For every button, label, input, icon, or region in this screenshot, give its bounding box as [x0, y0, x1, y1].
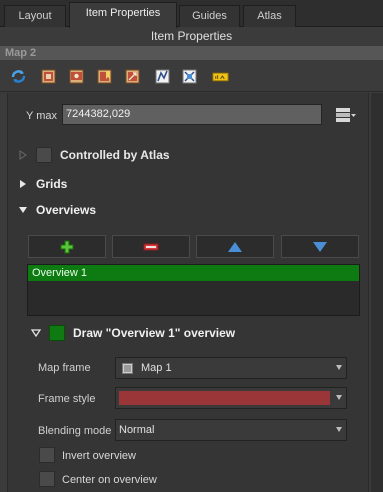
bookmark-extent-icon[interactable]	[96, 68, 113, 85]
add-overview-button[interactable]	[28, 235, 106, 258]
expanded-arrow-icon	[19, 207, 27, 213]
list-item[interactable]: Overview 1	[28, 265, 359, 281]
item-header: Map 2	[0, 46, 383, 60]
map-frame-label: Map frame	[38, 362, 91, 374]
minus-icon	[143, 243, 159, 250]
controlled-by-atlas-row[interactable]: Controlled by Atlas	[18, 146, 170, 164]
toolbar-divider	[0, 91, 383, 92]
controlled-by-atlas-checkbox[interactable]	[36, 147, 52, 163]
chevron-down-icon	[336, 427, 342, 432]
map-frame-select[interactable]: Map 1	[115, 357, 347, 379]
blending-mode-value: Normal	[119, 424, 155, 436]
plus-icon	[60, 240, 74, 253]
collapsed-arrow-icon	[20, 180, 26, 188]
arrow-down-icon	[313, 241, 327, 252]
invert-overview-checkbox[interactable]	[39, 447, 55, 463]
grids-label: Grids	[36, 177, 68, 191]
frame-style-button[interactable]	[115, 387, 347, 409]
center-on-overview-checkbox[interactable]	[39, 471, 55, 487]
draw-overview-label: Draw "Overview 1" overview	[73, 326, 236, 340]
panel-title: Item Properties	[150, 29, 233, 43]
ymax-label: Y max	[26, 110, 57, 122]
invert-overview-label: Invert overview	[62, 450, 136, 462]
data-defined-override-icon[interactable]	[333, 106, 357, 124]
draw-overview-checkbox[interactable]	[49, 325, 65, 341]
chevron-down-icon	[336, 395, 342, 400]
expanded-arrow-icon	[31, 329, 41, 338]
chevron-down-icon	[336, 365, 342, 370]
tab-atlas[interactable]: Atlas	[243, 5, 296, 27]
blending-mode-label: Blending mode	[38, 425, 112, 437]
overviews-label: Overviews	[36, 203, 97, 217]
tab-bar: Layout Item Properties Guides Atlas	[0, 0, 383, 28]
set-extent-icon[interactable]	[40, 68, 57, 85]
move-overview-up-button[interactable]	[196, 235, 274, 258]
overviews-section-header[interactable]: Overviews	[18, 201, 96, 219]
controlled-by-atlas-label: Controlled by Atlas	[60, 148, 170, 162]
arrow-up-icon	[228, 241, 242, 252]
center-on-overview-label: Center on overview	[62, 474, 157, 486]
remove-overview-button[interactable]	[112, 235, 190, 258]
map-item-icon	[122, 363, 133, 374]
move-overview-down-button[interactable]	[281, 235, 359, 258]
grids-section-header[interactable]: Grids	[18, 175, 67, 193]
tab-item-properties[interactable]: Item Properties	[69, 2, 177, 28]
refresh-icon[interactable]	[10, 68, 27, 85]
draw-overview-header[interactable]: Draw "Overview 1" overview	[31, 324, 235, 342]
scrollbar[interactable]	[371, 93, 383, 492]
ymax-input[interactable]: 7244382,029	[62, 104, 322, 125]
blending-mode-select[interactable]: Normal	[115, 419, 347, 441]
zoom-extent-icon[interactable]	[154, 68, 171, 85]
view-extent-icon[interactable]	[68, 68, 85, 85]
grid-settings-icon[interactable]	[181, 68, 198, 85]
move-content-icon[interactable]	[124, 68, 141, 85]
map-frame-value: Map 1	[141, 362, 172, 374]
collapsed-arrow-icon	[19, 150, 27, 160]
tab-layout[interactable]: Layout	[4, 5, 66, 27]
overview-list[interactable]: Overview 1	[27, 264, 360, 316]
frame-style-preview	[119, 391, 330, 405]
label-settings-icon[interactable]	[212, 68, 230, 85]
tab-guides[interactable]: Guides	[179, 5, 240, 27]
frame-style-label: Frame style	[38, 393, 96, 405]
map-toolbar	[0, 62, 383, 92]
